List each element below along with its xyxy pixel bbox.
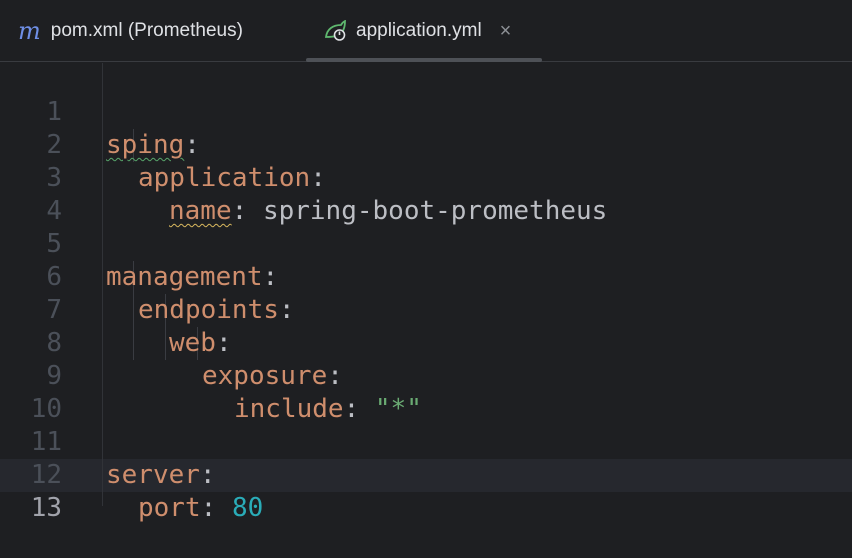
code-line: 10: [0, 360, 852, 424]
code-line: 11 server:: [0, 393, 852, 490]
yaml-number-value: 80: [231, 493, 264, 523]
spring-boot-icon: [324, 20, 348, 42]
code-text: port: 80: [138, 492, 263, 525]
line-number: 13: [30, 493, 62, 523]
code-line: 8 exposure:: [0, 294, 852, 391]
editor-tab-bar: m pom.xml (Prometheus) application.yml ×: [0, 0, 852, 62]
tab-label: application.yml: [356, 20, 482, 41]
code-line: 12 port: 80: [0, 426, 852, 523]
yaml-key: port: [138, 493, 201, 523]
yaml-colon: :: [200, 493, 232, 523]
tab-label: pom.xml (Prometheus): [50, 20, 243, 41]
code-line: 2 application:: [0, 96, 852, 193]
code-editor[interactable]: 1 sping: 2 application: 3 name: spring-b…: [0, 63, 852, 523]
code-line-current: 13: [0, 459, 852, 523]
code-line: 4: [0, 162, 852, 226]
code-line: 1 sping:: [0, 63, 852, 160]
code-line: 3 name: spring-boot-prometheus: [0, 129, 852, 226]
maven-icon: m: [18, 17, 41, 45]
code-line: 6 endpoints:: [0, 228, 852, 325]
active-tab-indicator: [306, 58, 542, 62]
code-line: 5 management:: [0, 195, 852, 292]
tab-application-yml[interactable]: application.yml ×: [306, 0, 542, 62]
close-icon[interactable]: ×: [500, 21, 512, 41]
tab-pom-xml[interactable]: m pom.xml (Prometheus): [18, 0, 243, 62]
code-line: 9 include: "*": [0, 327, 852, 424]
code-line: 7 web:: [0, 261, 852, 358]
